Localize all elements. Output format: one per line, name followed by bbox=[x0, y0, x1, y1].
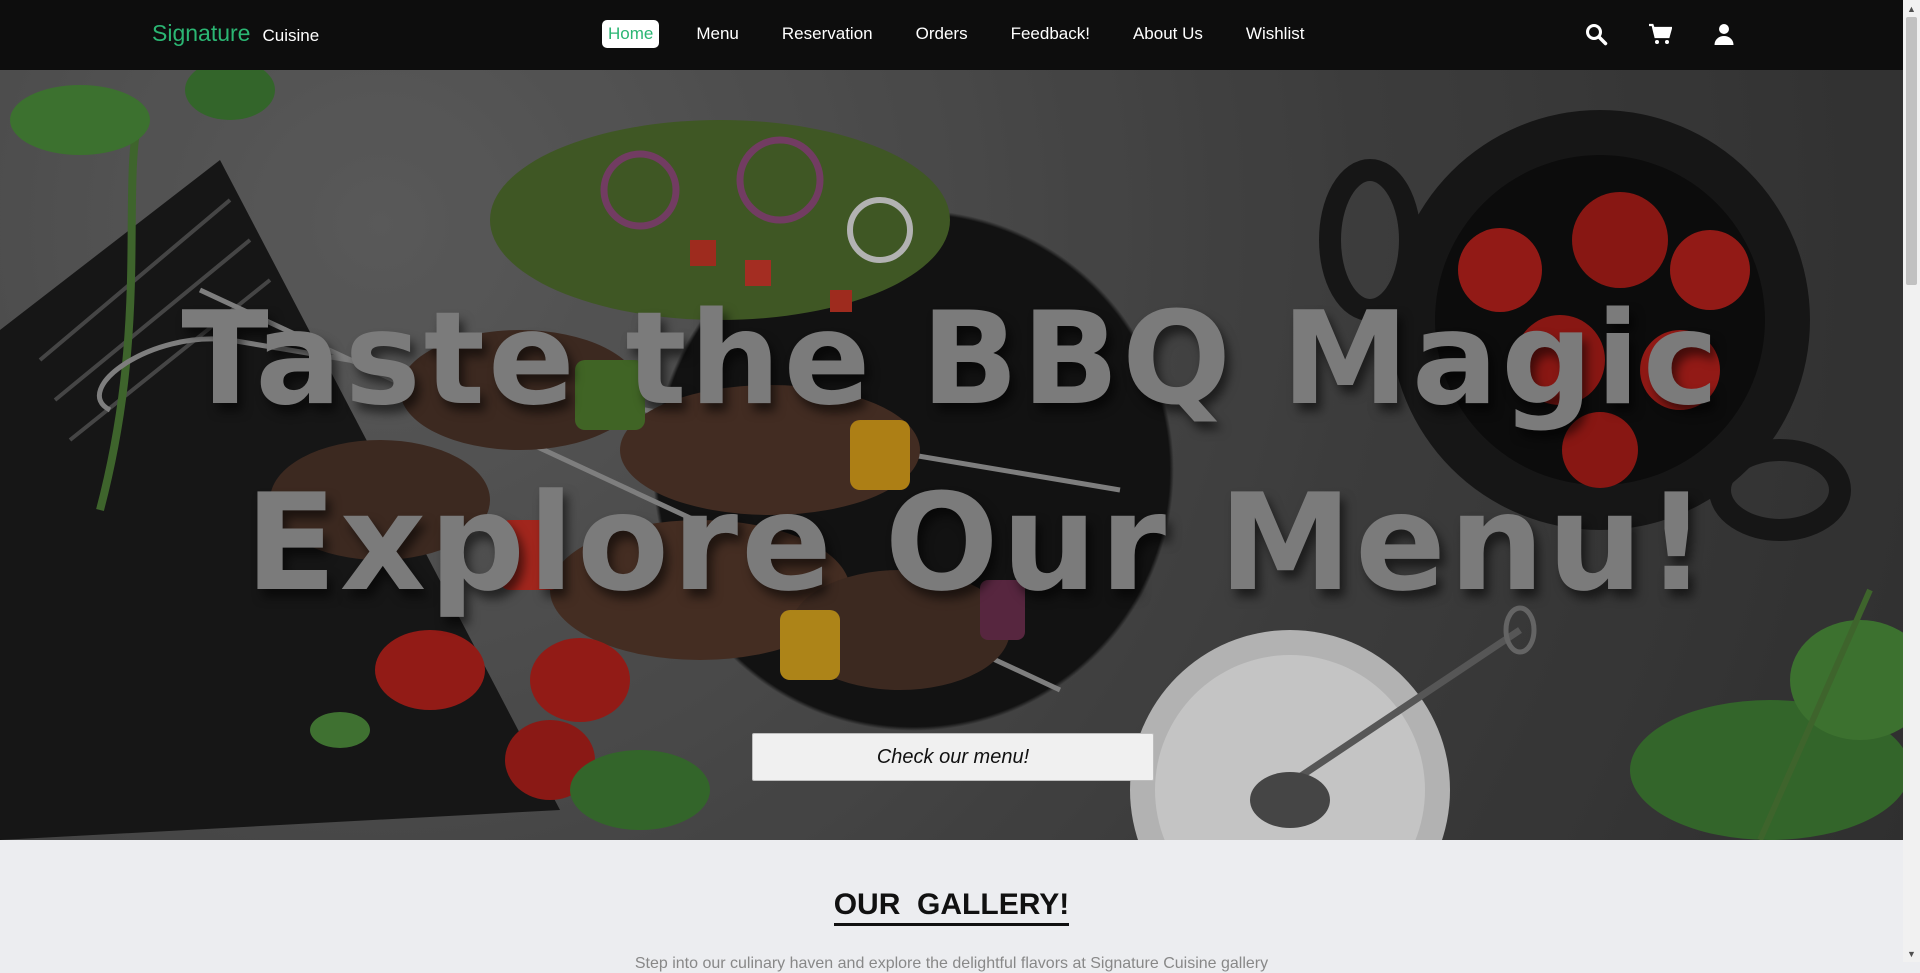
nav-icons bbox=[1584, 22, 1776, 46]
gallery-title-text: OUR GALLERY! bbox=[833, 888, 1070, 926]
gallery-heading: OUR GALLERY! bbox=[0, 888, 1903, 926]
user-icon[interactable] bbox=[1712, 22, 1736, 46]
nav-reservation[interactable]: Reservation bbox=[776, 20, 879, 48]
nav-orders[interactable]: Orders bbox=[910, 20, 974, 48]
brand-subtitle: Cuisine bbox=[262, 26, 320, 45]
scroll-up-arrow-icon[interactable]: ▲ bbox=[1903, 0, 1920, 17]
search-icon[interactable] bbox=[1584, 22, 1608, 46]
nav-menu[interactable]: Menu bbox=[690, 20, 745, 48]
brand-logo[interactable]: Signature Cuisine bbox=[152, 20, 319, 47]
nav-links: Home Menu Reservation Orders Feedback! A… bbox=[602, 20, 1341, 48]
nav-feedback[interactable]: Feedback! bbox=[1005, 20, 1096, 48]
hero-banner: Taste the BBQ Magic Explore Our Menu! bbox=[0, 70, 1903, 840]
hero-headline-line2: Explore Our Menu! bbox=[245, 465, 1710, 621]
nav-home[interactable]: Home bbox=[602, 20, 660, 48]
navbar: Signature Cuisine Home Menu Reservation … bbox=[0, 0, 1903, 70]
scroll-down-arrow-icon[interactable]: ▼ bbox=[1903, 945, 1920, 962]
scrollbar-thumb[interactable] bbox=[1906, 17, 1917, 285]
hero-headline-line1: Taste the BBQ Magic bbox=[181, 285, 1722, 434]
cart-icon[interactable] bbox=[1648, 22, 1672, 46]
nav-about-us[interactable]: About Us bbox=[1127, 20, 1209, 48]
gallery-description: Step into our culinary haven and explore… bbox=[634, 955, 1269, 972]
brand-name: Signature bbox=[152, 20, 251, 46]
page-scrollbar[interactable]: ▲ ▼ bbox=[1903, 0, 1920, 962]
nav-wishlist[interactable]: Wishlist bbox=[1240, 20, 1311, 48]
check-menu-button[interactable]: Check our menu! bbox=[752, 733, 1154, 781]
